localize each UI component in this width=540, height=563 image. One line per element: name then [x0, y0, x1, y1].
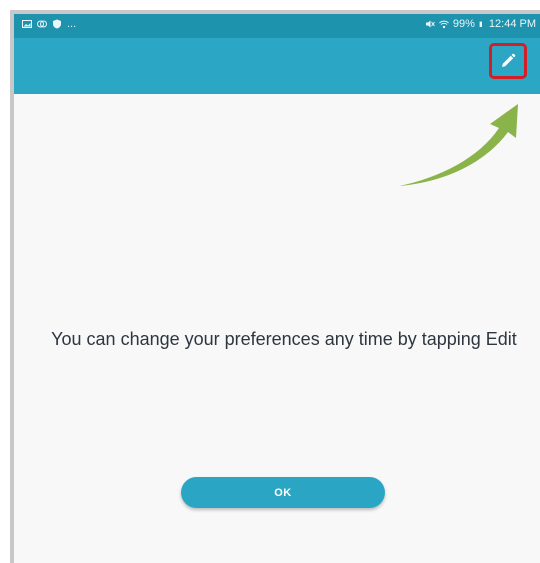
status-bar: ... 99% 12:44 PM [14, 14, 540, 38]
status-bar-right: 99% 12:44 PM [425, 18, 536, 30]
preferences-message: You can change your preferences any time… [51, 329, 517, 349]
status-bar-left: ... [22, 18, 76, 30]
image-icon [22, 20, 32, 28]
cast-icon [37, 20, 47, 28]
annotation-arrow [399, 104, 518, 186]
edit-button[interactable] [492, 46, 524, 76]
status-more-indicator: ... [67, 18, 77, 30]
battery-icon [479, 21, 482, 27]
mute-icon [425, 20, 435, 28]
battery-percent: 99% [452, 18, 475, 30]
clock: 12:44 PM [488, 18, 536, 30]
ok-button[interactable]: OK [181, 477, 385, 508]
edit-highlight-box [489, 43, 527, 79]
phone-screen: ... 99% 12:44 PM You can change your pre… [14, 14, 540, 563]
pencil-icon [502, 53, 516, 67]
app-bar [14, 38, 540, 94]
shield-icon [53, 19, 61, 29]
wifi-icon [439, 20, 449, 29]
